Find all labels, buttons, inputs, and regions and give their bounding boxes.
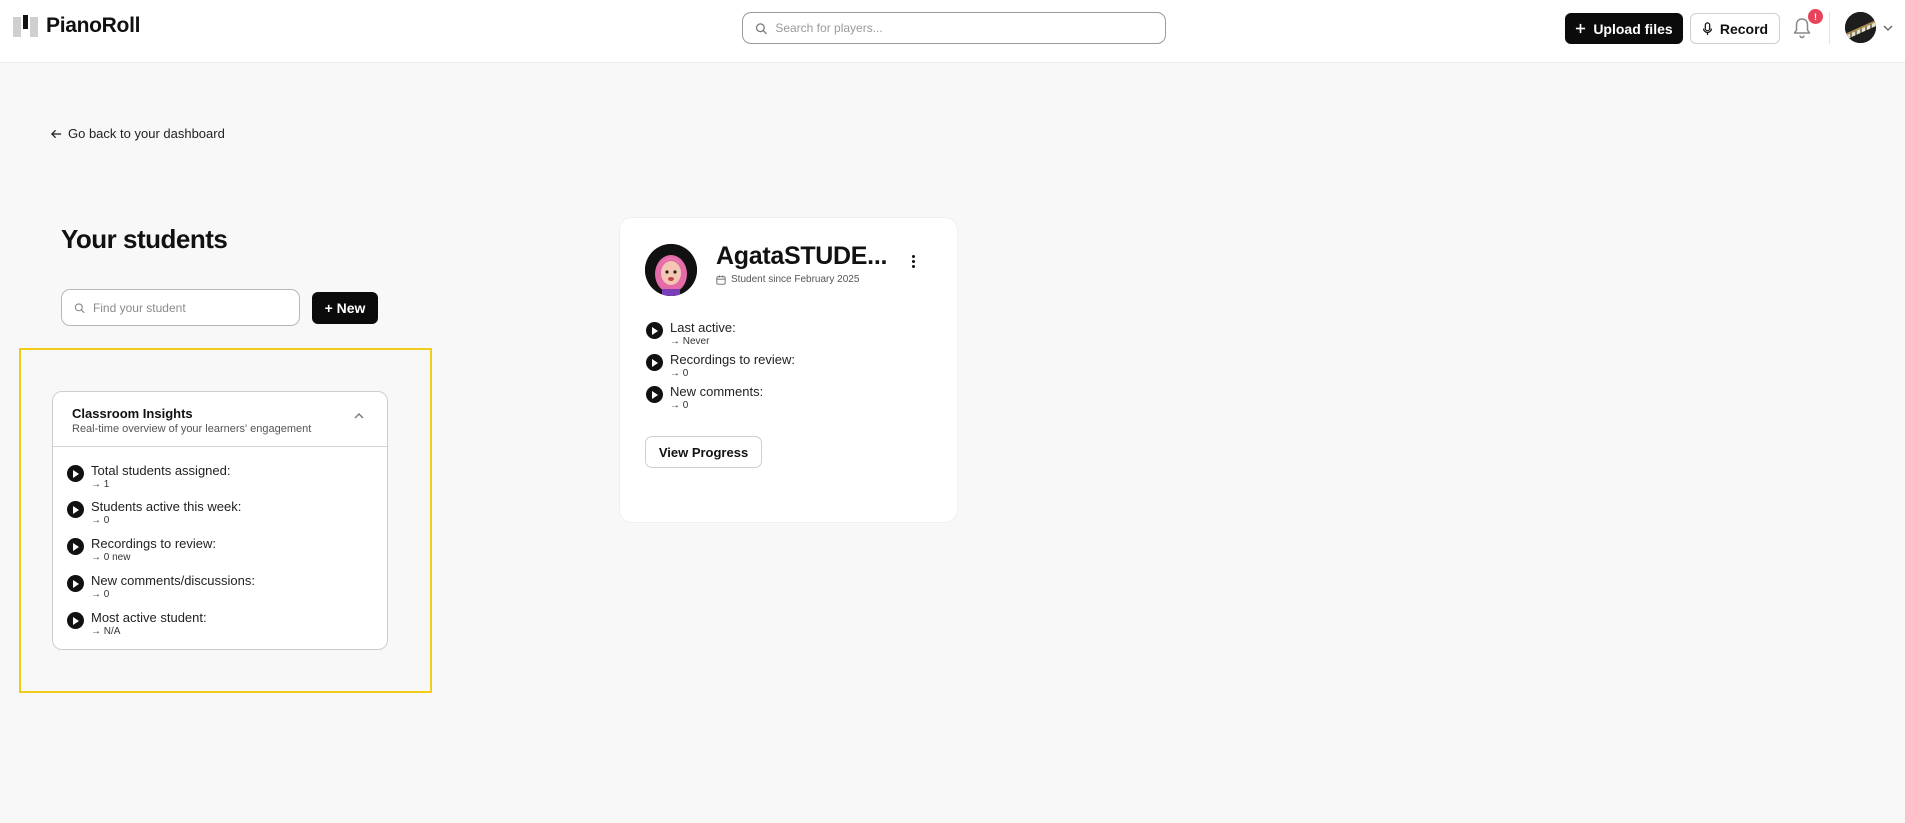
- stat-value: → 0: [670, 400, 689, 411]
- card-stat-comments: New comments: → 0: [646, 384, 763, 411]
- insight-stat-most-active: Most active student: → N/A: [67, 610, 207, 637]
- upload-files-button[interactable]: Upload files: [1565, 13, 1683, 44]
- stat-label: Most active student:: [91, 610, 207, 625]
- insight-stat-comments: New comments/discussions: → 0: [67, 573, 255, 600]
- arrow-left-icon: [51, 129, 62, 138]
- card-stat-recordings: Recordings to review: → 0: [646, 352, 795, 379]
- stat-label: Last active:: [670, 320, 736, 335]
- player-search-input[interactable]: [775, 21, 1153, 35]
- play-circle-icon: [67, 465, 84, 482]
- stat-value: → Never: [670, 336, 710, 347]
- top-bar: PianoRoll Upload files Record !: [0, 0, 1905, 63]
- brand-name: PianoRoll: [46, 14, 141, 37]
- search-icon: [74, 302, 85, 313]
- notification-badge: !: [1808, 9, 1823, 24]
- play-circle-icon: [67, 612, 84, 629]
- record-button[interactable]: Record: [1690, 13, 1780, 44]
- stat-value: → 0: [91, 515, 110, 526]
- play-circle-icon: [67, 501, 84, 518]
- insight-stat-total-students: Total students assigned: → 1: [67, 463, 230, 490]
- stat-value: → N/A: [91, 626, 121, 637]
- classroom-insights-panel: Classroom Insights Real-time overview of…: [52, 391, 388, 650]
- insights-subtitle: Real-time overview of your learners' eng…: [72, 423, 312, 435]
- header-divider: [1829, 12, 1830, 44]
- student-name[interactable]: AgataSTUDE...: [716, 242, 887, 271]
- student-since: Student since February 2025: [716, 274, 859, 285]
- student-search-input[interactable]: [92, 300, 287, 315]
- back-link-label: Go back to your dashboard: [68, 126, 225, 141]
- insight-stat-active-this-week: Students active this week: → 0: [67, 499, 241, 526]
- chevron-up-icon[interactable]: [353, 411, 365, 421]
- stat-value: → 0 new: [91, 552, 131, 563]
- page-title: Your students: [61, 224, 228, 254]
- stat-value: → 0: [670, 368, 689, 379]
- back-to-dashboard-link[interactable]: Go back to your dashboard: [51, 126, 225, 141]
- stat-label: New comments:: [670, 384, 764, 399]
- view-progress-button[interactable]: View Progress: [645, 436, 762, 468]
- insight-stat-recordings: Recordings to review: → 0 new: [67, 536, 216, 563]
- more-options-icon[interactable]: [905, 251, 921, 271]
- stat-label: Total students assigned:: [91, 463, 231, 478]
- upload-files-label: Upload files: [1593, 20, 1673, 37]
- stat-value: → 0: [91, 589, 110, 600]
- insights-header[interactable]: Classroom Insights Real-time overview of…: [53, 392, 387, 447]
- record-label: Record: [1719, 20, 1769, 37]
- student-card: AgataSTUDE... Student since February 202…: [620, 218, 957, 522]
- plus-icon: [1576, 23, 1586, 34]
- stat-label: Students active this week:: [91, 499, 242, 514]
- search-icon: [755, 22, 767, 34]
- student-search[interactable]: [61, 289, 300, 326]
- stat-label: New comments/discussions:: [91, 573, 255, 588]
- new-student-button[interactable]: + New: [312, 292, 378, 324]
- play-circle-icon: [646, 322, 663, 339]
- play-circle-icon: [646, 386, 663, 403]
- calendar-icon: [716, 274, 726, 285]
- memoji-avatar-icon: [645, 244, 697, 296]
- stat-label: Recordings to review:: [91, 536, 216, 551]
- brand[interactable]: PianoRoll: [13, 14, 140, 38]
- student-since-label: Student since February 2025: [731, 274, 860, 285]
- insights-title: Classroom Insights: [72, 406, 193, 421]
- user-avatar[interactable]: [1845, 12, 1876, 43]
- piano-photo-icon: [1845, 12, 1876, 43]
- play-circle-icon: [646, 354, 663, 371]
- pianoroll-logo-icon: [13, 15, 38, 37]
- play-circle-icon: [67, 538, 84, 555]
- microphone-icon: [1702, 21, 1712, 35]
- chevron-down-icon[interactable]: [1882, 24, 1894, 32]
- player-search[interactable]: [742, 12, 1166, 44]
- student-avatar[interactable]: [645, 244, 697, 296]
- card-stat-last-active: Last active: → Never: [646, 320, 736, 347]
- play-circle-icon: [67, 575, 84, 592]
- stat-value: → 1: [91, 479, 110, 490]
- stat-label: Recordings to review:: [670, 352, 795, 367]
